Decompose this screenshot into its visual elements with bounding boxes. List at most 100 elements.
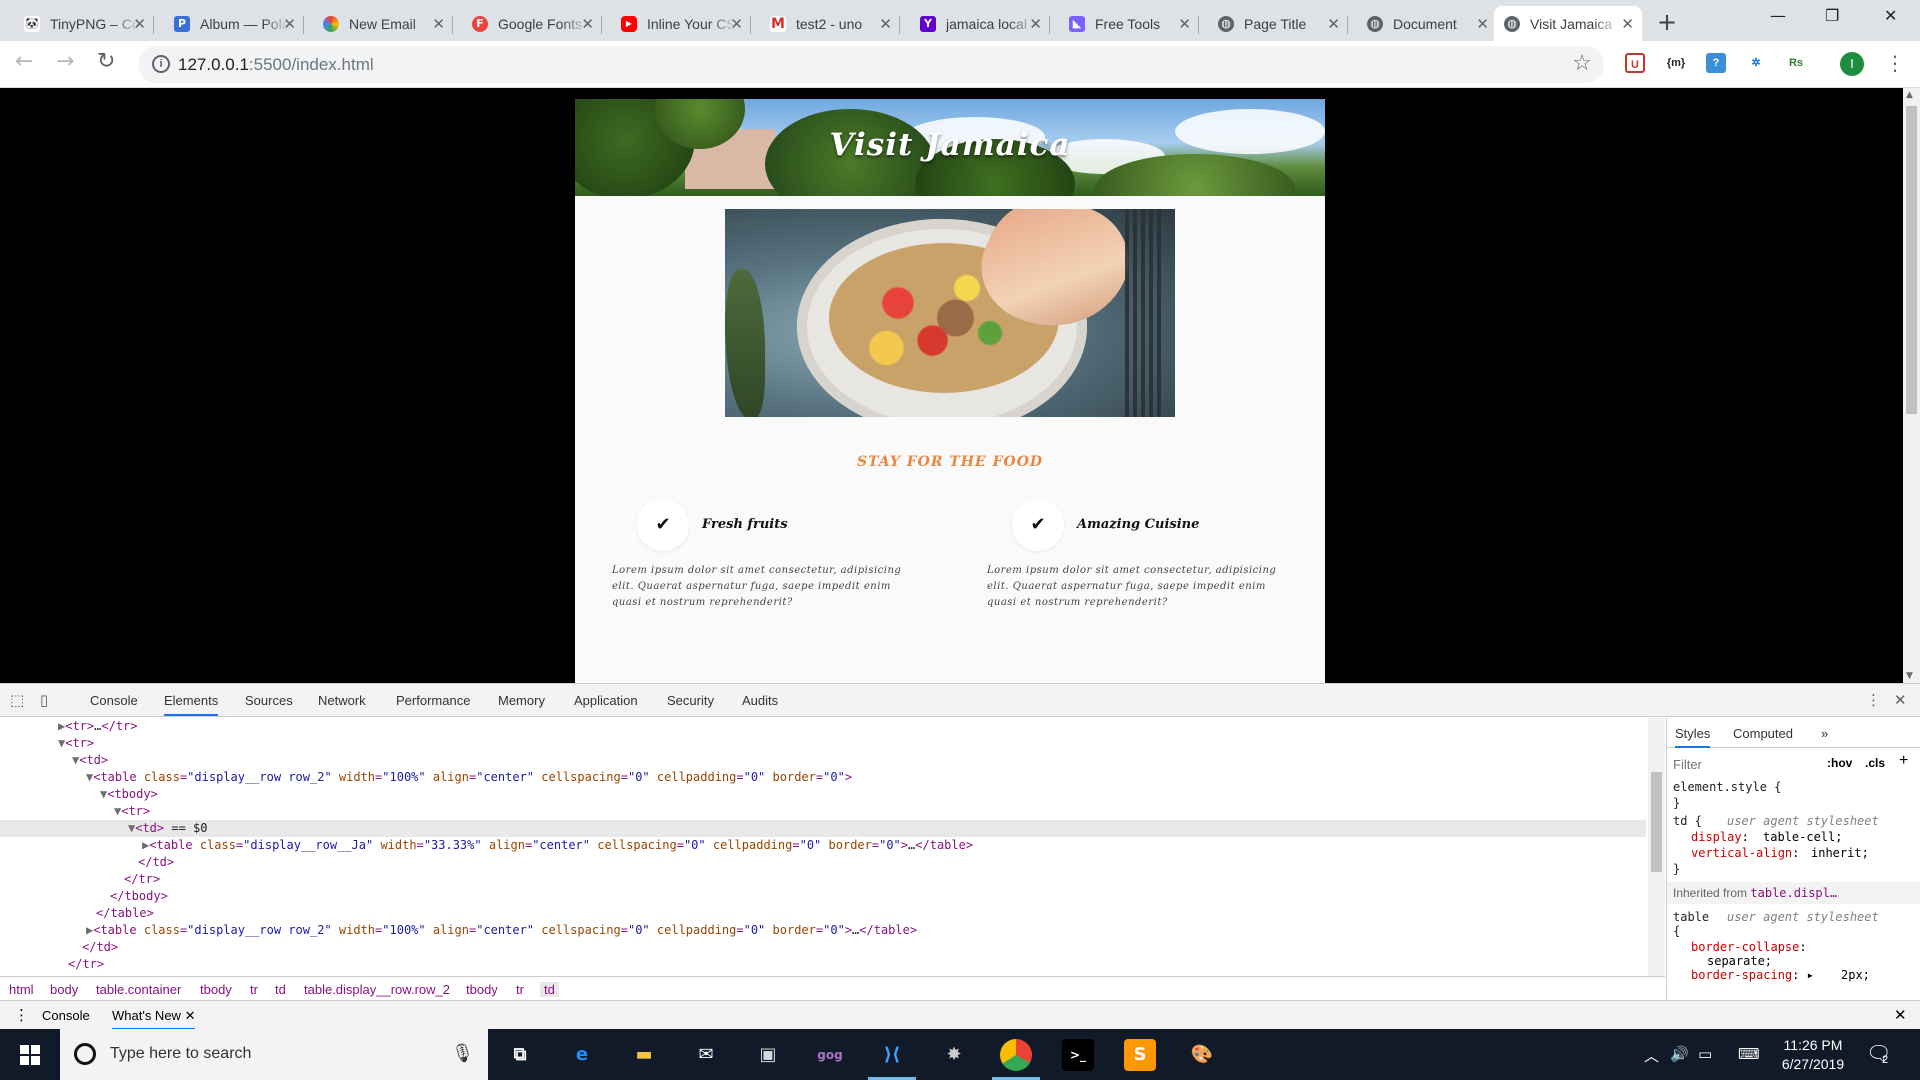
- system-clock[interactable]: 11:26 PM 6/27/2019: [1768, 1036, 1858, 1074]
- profile-avatar[interactable]: I: [1840, 52, 1864, 76]
- styles-tab[interactable]: Styles: [1675, 726, 1711, 748]
- dom-node[interactable]: ▶<table class="display__row row_2" width…: [0, 922, 917, 939]
- devtools-tab-audits[interactable]: Audits: [742, 693, 778, 708]
- new-tab-plus-icon[interactable]: +: [1657, 8, 1677, 36]
- bookmark-star-icon[interactable]: ☆: [1572, 51, 1592, 76]
- spider-app-icon[interactable]: ✸: [938, 1039, 970, 1071]
- td-valign-value[interactable]: inherit;: [1811, 846, 1869, 860]
- devtools-tab-console[interactable]: Console: [90, 693, 138, 708]
- dom-node[interactable]: ▼<tr>: [0, 735, 94, 752]
- tab-new-email[interactable]: New Email ✕: [313, 6, 453, 41]
- maximize-icon[interactable]: ❐: [1825, 6, 1839, 25]
- drawer-tab-console[interactable]: Console: [42, 1008, 90, 1023]
- extension-pocket-icon[interactable]: U: [1625, 53, 1645, 73]
- tab-album[interactable]: P Album — Polarr ✕: [164, 6, 304, 41]
- keyboard-icon[interactable]: ⌨: [1738, 1045, 1760, 1063]
- devtools-tab-performance[interactable]: Performance: [396, 693, 470, 708]
- tab-free-tools[interactable]: ◣ Free Tools ✕: [1059, 6, 1199, 41]
- edge-icon[interactable]: e: [566, 1039, 598, 1071]
- dom-node[interactable]: ▼<td>: [0, 752, 108, 769]
- drawer-close-icon[interactable]: ✕: [1894, 1006, 1907, 1024]
- close-tab-icon[interactable]: ✕: [1178, 15, 1191, 33]
- reload-icon[interactable]: ↻: [97, 49, 115, 74]
- scroll-up-icon[interactable]: ▲: [1906, 90, 1913, 100]
- tab-inline-css[interactable]: ▶ Inline Your CSS ✕: [611, 6, 751, 41]
- close-tab-icon[interactable]: ✕: [730, 15, 743, 33]
- breadcrumb-item[interactable]: tr: [250, 982, 258, 997]
- breadcrumb-item[interactable]: tr: [516, 982, 524, 997]
- devtools-tab-application[interactable]: Application: [574, 693, 638, 708]
- devtools-menu-icon[interactable]: ⋮: [1866, 691, 1881, 709]
- url-text[interactable]: 127.0.0.1:5500/index.html: [178, 55, 374, 75]
- dom-node[interactable]: ▼<table class="display__row row_2" width…: [0, 769, 852, 786]
- computed-tab[interactable]: Computed: [1733, 726, 1793, 741]
- devtools-close-icon[interactable]: ✕: [1894, 691, 1907, 709]
- site-info-icon[interactable]: i: [152, 55, 170, 73]
- tray-chevron-icon[interactable]: ︿: [1644, 1045, 1659, 1066]
- more-tabs-icon[interactable]: »: [1821, 726, 1828, 741]
- breadcrumb-item[interactable]: html: [9, 982, 34, 997]
- close-tab-icon[interactable]: ✕: [1029, 15, 1042, 33]
- close-tab-icon[interactable]: ✕: [1327, 15, 1340, 33]
- file-explorer-icon[interactable]: ▬: [628, 1039, 660, 1071]
- dom-node[interactable]: ▶<table class="display__row__Ja" width="…: [0, 837, 973, 854]
- dom-node[interactable]: </table>: [0, 905, 154, 922]
- start-button[interactable]: [0, 1029, 60, 1080]
- address-bar[interactable]: i 127.0.0.1:5500/index.html ☆: [138, 46, 1604, 83]
- scroll-down-icon[interactable]: ▼: [1906, 671, 1913, 681]
- dom-node[interactable]: </td>: [0, 939, 118, 956]
- microphone-icon[interactable]: 🎙: [451, 1043, 474, 1064]
- breadcrumb-item-active[interactable]: td: [540, 982, 559, 997]
- close-tab-icon[interactable]: ✕: [133, 15, 146, 33]
- class-toggle[interactable]: .cls: [1865, 756, 1885, 770]
- breadcrumb-item[interactable]: tbody: [466, 982, 498, 997]
- volume-icon[interactable]: 🔊: [1670, 1045, 1689, 1063]
- breadcrumb-item[interactable]: table.display__row.row_2: [304, 982, 450, 997]
- chrome-menu-icon[interactable]: ⋮: [1885, 51, 1905, 75]
- sublime-text-icon[interactable]: S: [1124, 1039, 1156, 1071]
- add-rule-icon[interactable]: +: [1899, 752, 1908, 770]
- tab-tinypng[interactable]: 🐼TinyPNG – Compress✕: [14, 6, 154, 41]
- vscode-icon[interactable]: ⟩⟨: [868, 1039, 916, 1080]
- close-tab-icon[interactable]: ✕: [581, 15, 594, 33]
- hover-state-toggle[interactable]: :hov: [1827, 756, 1852, 770]
- terminal-icon[interactable]: >_: [1062, 1039, 1094, 1071]
- battery-icon[interactable]: ▭: [1698, 1045, 1712, 1063]
- tab-jamaica-local[interactable]: Yjamaica local ✕: [910, 6, 1050, 41]
- page-scroll-thumb[interactable]: [1906, 106, 1917, 414]
- element-style-rule[interactable]: element.style {: [1673, 780, 1781, 794]
- forward-arrow-icon[interactable]: →: [56, 49, 74, 74]
- gog-galaxy-icon[interactable]: gog: [814, 1039, 846, 1071]
- device-toolbar-icon[interactable]: ▯: [40, 691, 48, 709]
- extension-colorzilla-icon[interactable]: ✲: [1746, 53, 1766, 73]
- dom-node[interactable]: ▶<tr>…</tr>: [0, 718, 138, 735]
- elements-scrollbar[interactable]: [1648, 718, 1665, 977]
- extension-json-icon[interactable]: {m}: [1666, 53, 1686, 73]
- tab-page-title[interactable]: ◍ Page Title ✕: [1208, 6, 1348, 41]
- tab-gmail[interactable]: Mtest2 - uno ✕: [760, 6, 900, 41]
- window-close-icon[interactable]: ✕: [1884, 6, 1897, 25]
- breadcrumb-item[interactable]: td: [275, 982, 286, 997]
- close-tab-icon[interactable]: ✕: [1476, 15, 1489, 33]
- td-display-value[interactable]: table-cell;: [1763, 830, 1842, 844]
- dom-node[interactable]: </tbody>: [0, 888, 168, 905]
- close-tab-icon[interactable]: ✕: [283, 15, 296, 33]
- close-tab-icon[interactable]: ✕: [432, 15, 445, 33]
- page-scrollbar[interactable]: ▲ ▼: [1903, 88, 1920, 683]
- border-collapse-value[interactable]: separate;: [1707, 954, 1772, 968]
- back-arrow-icon[interactable]: ←: [15, 49, 33, 74]
- devtools-tab-memory[interactable]: Memory: [498, 693, 545, 708]
- tab-visit-jamaica[interactable]: ◍ Visit Jamaica ✕: [1494, 6, 1642, 41]
- devtools-tab-elements[interactable]: Elements: [164, 693, 219, 716]
- taskbar-search[interactable]: Type here to search 🎙: [60, 1029, 488, 1080]
- drawer-menu-icon[interactable]: ⋮: [14, 1006, 29, 1024]
- inspect-element-icon[interactable]: ⬚: [10, 691, 24, 709]
- dom-node[interactable]: </tr>: [0, 871, 160, 888]
- close-tab-icon[interactable]: ✕: [879, 15, 892, 33]
- paint-icon[interactable]: 🎨: [1186, 1039, 1218, 1071]
- dom-node-selected[interactable]: ▼<td> == $0: [0, 820, 1646, 837]
- border-spacing-value[interactable]: 2px;: [1841, 968, 1870, 982]
- devtools-tab-security[interactable]: Security: [667, 693, 714, 708]
- devtools-tab-sources[interactable]: Sources: [245, 693, 293, 708]
- tab-document[interactable]: ◍ Document ✕: [1357, 6, 1497, 41]
